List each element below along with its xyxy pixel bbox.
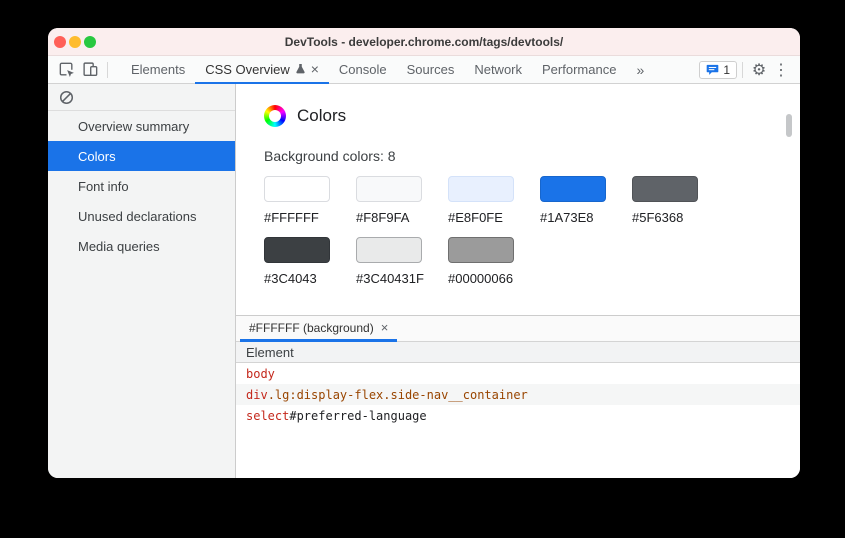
element-tag: div [246,387,268,402]
color-hex-label: #3C4043 [264,271,317,286]
toolbar-separator [742,61,743,78]
tab-css-overview[interactable]: CSS Overview × [195,56,329,84]
color-swatch[interactable] [264,176,330,202]
element-classes: .lg:display-flex.side-nav__container [267,387,528,402]
color-cell: #3C4043 [264,237,330,286]
tab-label: CSS Overview [205,61,290,77]
color-swatch[interactable] [632,176,698,202]
device-toolbar-button[interactable] [78,56,102,83]
device-toolbar-icon [82,62,97,77]
panel-tabs: Elements CSS Overview × Console Sources … [121,56,654,84]
settings-gear-icon[interactable]: ⚙ [748,60,770,80]
color-hex-label: #E8F0FE [448,210,503,225]
window-title: DevTools - developer.chrome.com/tags/dev… [284,34,564,49]
color-swatch[interactable] [448,237,514,263]
color-cell: #3C40431F [356,237,424,286]
color-cell: #E8F0FE [448,176,514,225]
toolbar-separator [107,61,108,78]
close-detail-tab-icon[interactable]: × [381,320,389,335]
color-hex-label: #00000066 [448,271,514,286]
color-hex-label: #5F6368 [632,210,684,225]
close-tab-icon[interactable]: × [311,62,319,76]
swatch-grid: #FFFFFF #F8F9FA #E8F0FE #1A73E8 #5F6368 [264,176,800,286]
tab-label: Console [338,62,387,77]
color-swatch[interactable] [540,176,606,202]
sidebar-item-font-info[interactable]: Font info [48,171,235,201]
color-cell: #F8F9FA [356,176,422,225]
color-swatch[interactable] [448,176,514,202]
color-wheel-icon [264,105,286,127]
color-hex-label: #FFFFFF [264,210,319,225]
color-cell: #00000066 [448,237,514,286]
color-swatch[interactable] [356,176,422,202]
tab-elements[interactable]: Elements [121,56,195,83]
issues-count: 1 [723,62,730,77]
element-tag: body [246,366,275,381]
inspect-cursor-icon [59,62,74,77]
experiment-flask-icon [296,63,305,74]
devtools-body: Overview summary Colors Font info Unused… [48,84,800,478]
background-colors-count: Background colors: 8 [264,148,396,164]
tab-label: Performance [542,62,617,77]
devtools-toolbar: Elements CSS Overview × Console Sources … [48,56,800,84]
sidebar-item-unused-declarations[interactable]: Unused declarations [48,201,235,231]
sidebar-item-overview-summary[interactable]: Overview summary [48,111,235,141]
tab-network[interactable]: Network [464,56,532,83]
element-row-div-side-nav[interactable]: div .lg:display-flex.side-nav__container [236,384,800,405]
element-row-select-preferred-language[interactable]: select #preferred-language [236,405,800,426]
clear-overview-icon[interactable] [59,90,74,105]
issues-button[interactable]: 1 [699,60,737,79]
sidebar-item-colors[interactable]: Colors [48,141,235,171]
sidebar-toolbar [48,84,235,111]
toolbar-right: 1 ⚙ ⋮ [699,56,800,83]
vertical-scrollbar-thumb[interactable] [786,114,792,137]
color-hex-label: #F8F9FA [356,210,410,225]
minimize-window-button[interactable] [69,35,81,48]
section-title: Colors [297,106,347,125]
detail-tabbar: #FFFFFF (background) × [236,316,800,342]
zoom-window-button[interactable] [84,35,96,48]
tab-label: Elements [131,62,186,77]
issues-bubble-icon [706,64,719,75]
tab-label: Network [474,62,523,77]
color-cell: #FFFFFF [264,176,330,225]
detail-tab-ffffff-background[interactable]: #FFFFFF (background) × [240,316,398,342]
element-row-body[interactable]: body [236,363,800,384]
color-swatch[interactable] [264,237,330,263]
kebab-menu-icon[interactable]: ⋮ [770,60,792,80]
tab-performance[interactable]: Performance [532,56,626,83]
chevron-double-right-icon: » [636,61,645,78]
colors-section-header: Colors [264,105,800,127]
tab-console[interactable]: Console [329,56,397,83]
element-column-header: Element [236,342,800,363]
tab-label: Sources [406,62,455,77]
titlebar: DevTools - developer.chrome.com/tags/dev… [48,28,800,56]
color-swatch[interactable] [356,237,422,263]
color-hex-label: #3C40431F [356,271,424,286]
colors-panel: Colors Background colors: 8 #FFFFFF #F8F… [236,84,800,478]
traffic-lights [54,28,96,55]
tab-sources[interactable]: Sources [397,56,465,83]
element-id: #preferred-language [289,408,427,423]
more-tabs-button[interactable]: » [626,56,654,83]
color-cell: #1A73E8 [540,176,606,225]
element-tag: select [246,408,290,423]
color-hex-label: #1A73E8 [540,210,594,225]
close-window-button[interactable] [54,35,66,48]
detail-tab-label: #FFFFFF (background) [249,320,374,335]
inspect-element-button[interactable] [54,56,78,83]
color-cell: #5F6368 [632,176,698,225]
color-detail-section: #FFFFFF (background) × Element body div.… [236,315,800,426]
sidebar-item-media-queries[interactable]: Media queries [48,231,235,261]
devtools-window: DevTools - developer.chrome.com/tags/dev… [48,28,800,478]
css-overview-sidebar: Overview summary Colors Font info Unused… [48,84,236,478]
